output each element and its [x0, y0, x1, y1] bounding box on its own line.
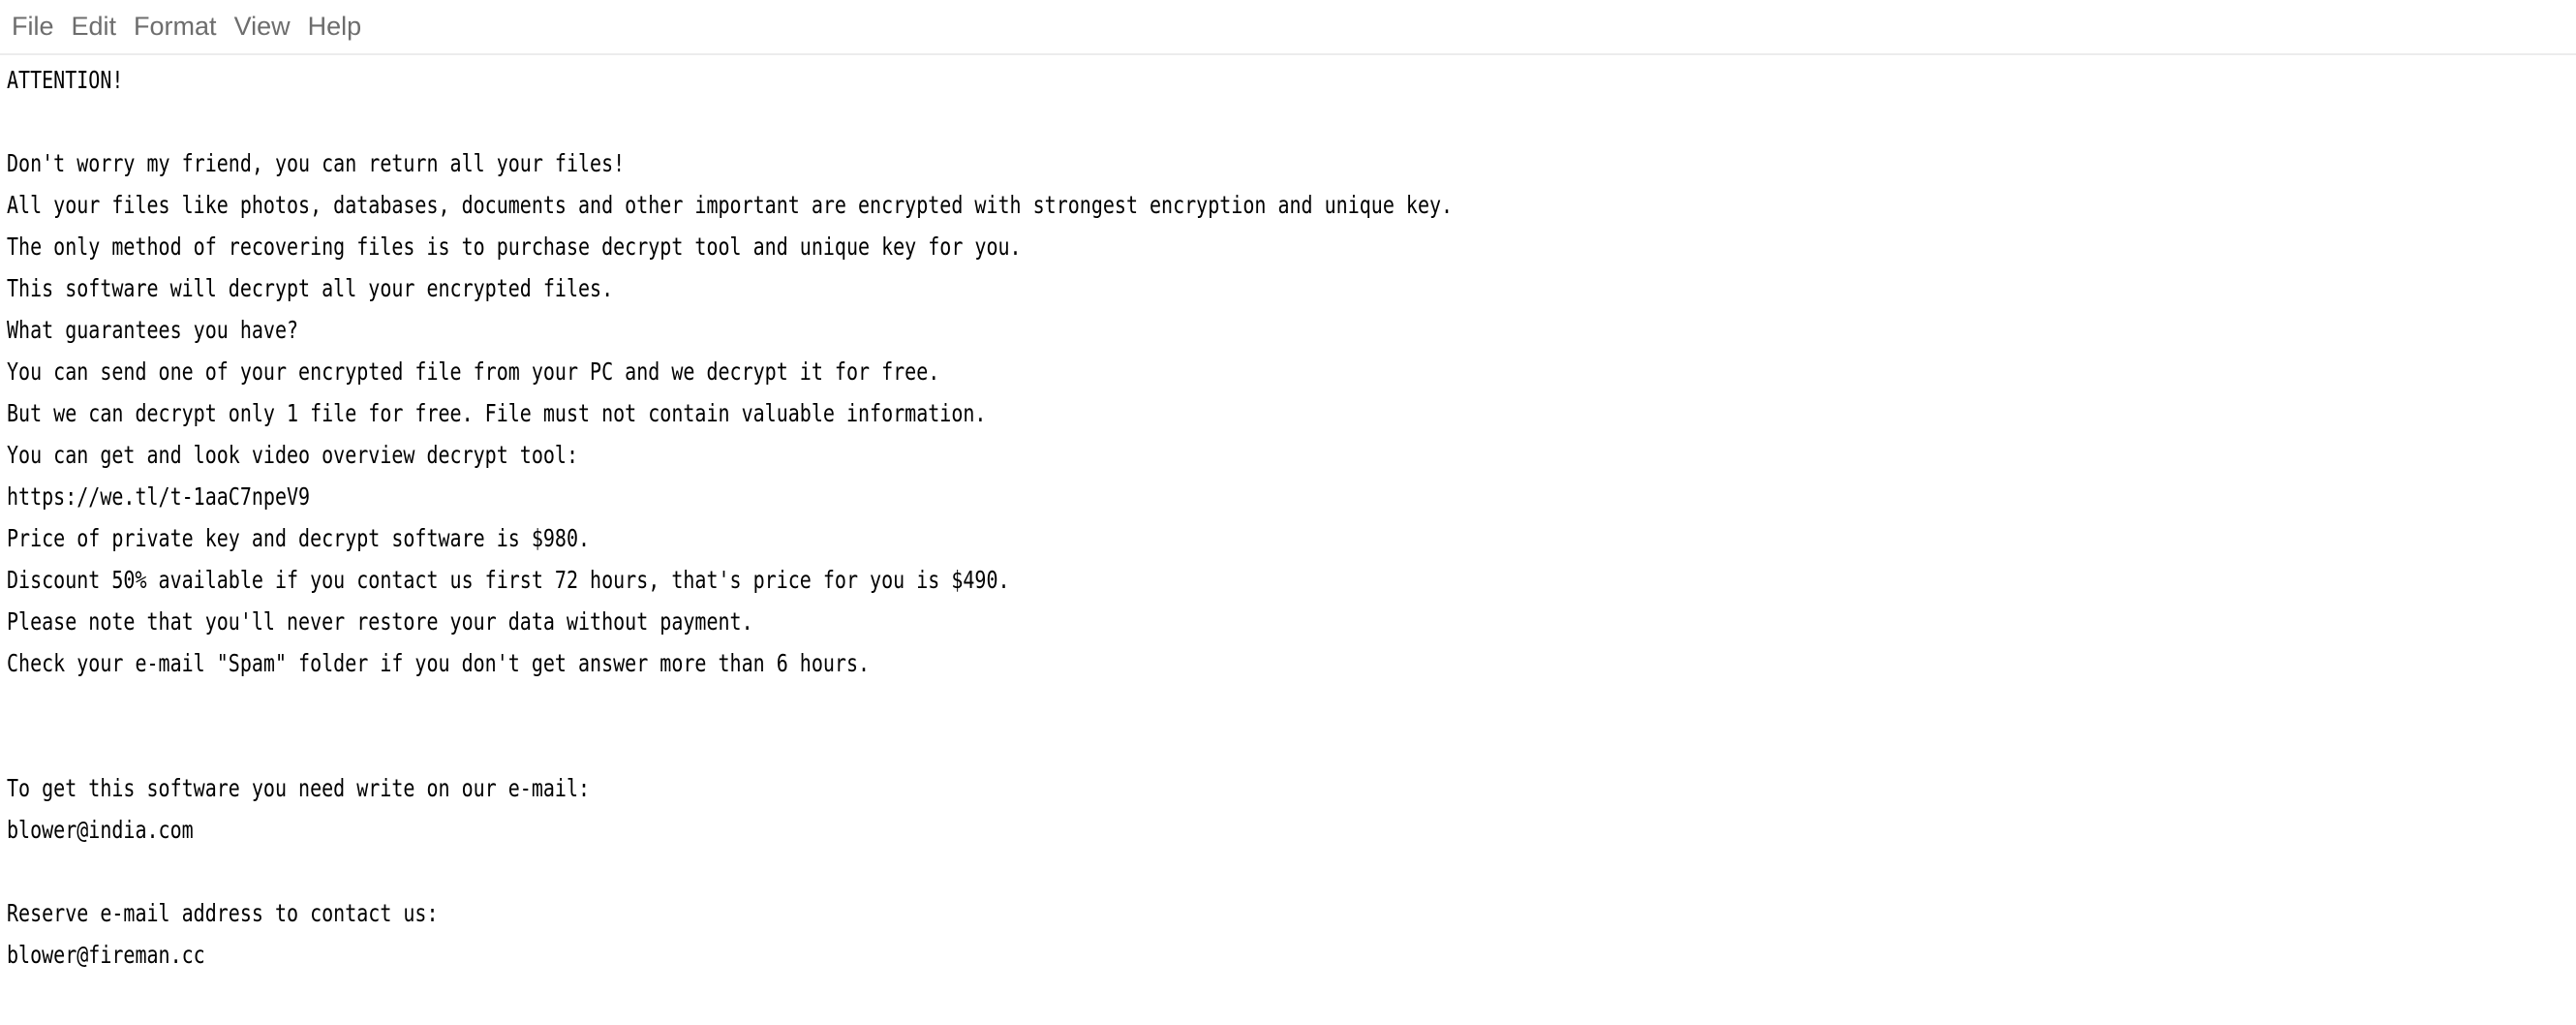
- menu-item-view[interactable]: View: [226, 14, 299, 40]
- note-line: You can send one of your encrypted file …: [7, 351, 2576, 392]
- note-line: [7, 101, 2576, 142]
- menu-item-format[interactable]: Format: [125, 14, 226, 40]
- note-line: All your files like photos, databases, d…: [7, 184, 2576, 226]
- note-line: What guarantees you have?: [7, 309, 2576, 351]
- note-line: blower@india.com: [7, 809, 2576, 851]
- note-line: blower@fireman.cc: [7, 934, 2576, 976]
- note-line: You can get and look video overview decr…: [7, 434, 2576, 476]
- note-line: Your personal ID:: [7, 1017, 2576, 1025]
- menu-item-help[interactable]: Help: [299, 14, 371, 40]
- note-line: Discount 50% available if you contact us…: [7, 559, 2576, 601]
- note-line: [7, 684, 2576, 726]
- note-line: Price of private key and decrypt softwar…: [7, 517, 2576, 559]
- text-editing-area[interactable]: ATTENTION! Don't worry my friend, you ca…: [0, 55, 2576, 1025]
- note-line: To get this software you need write on o…: [7, 767, 2576, 809]
- note-line: Please note that you'll never restore yo…: [7, 601, 2576, 642]
- note-line: ATTENTION!: [7, 59, 2576, 101]
- note-line: [7, 976, 2576, 1017]
- note-line: This software will decrypt all your encr…: [7, 267, 2576, 309]
- note-line: Don't worry my friend, you can return al…: [7, 142, 2576, 184]
- note-line: [7, 726, 2576, 767]
- notepad-window: File Edit Format View Help ATTENTION! Do…: [0, 0, 2576, 1025]
- note-line: Check your e-mail "Spam" folder if you d…: [7, 642, 2576, 684]
- ransom-note-text[interactable]: ATTENTION! Don't worry my friend, you ca…: [7, 59, 2576, 1025]
- note-line: [7, 851, 2576, 892]
- note-line: https://we.tl/t-1aaC7npeV9: [7, 476, 2576, 517]
- note-line: The only method of recovering files is t…: [7, 226, 2576, 267]
- menu-bar: File Edit Format View Help: [0, 0, 2576, 55]
- menu-item-edit[interactable]: Edit: [63, 14, 126, 40]
- menu-item-file[interactable]: File: [7, 14, 63, 40]
- note-line: Reserve e-mail address to contact us:: [7, 892, 2576, 934]
- note-line: But we can decrypt only 1 file for free.…: [7, 392, 2576, 434]
